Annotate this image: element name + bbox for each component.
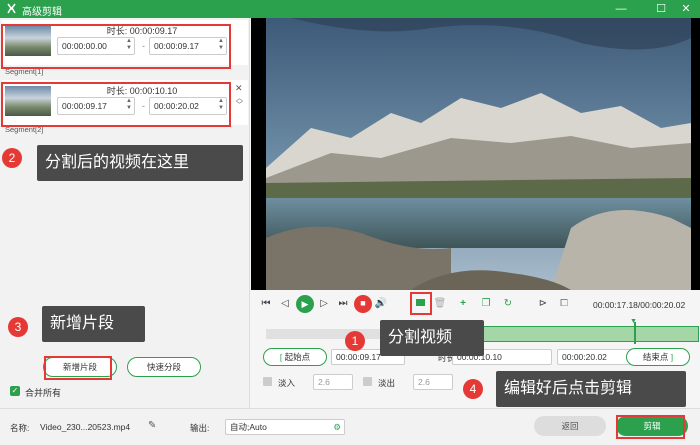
close-icon[interactable]: ✕: [678, 1, 694, 17]
merge-all-label: 合并所有: [25, 388, 62, 398]
mark-in-icon[interactable]: ⊳: [536, 297, 550, 311]
step-forward-icon[interactable]: ▷: [317, 297, 331, 311]
playback-time: 00:00:17.18/00:00:20.02: [593, 300, 686, 310]
edit-name-icon[interactable]: ✎: [148, 420, 156, 431]
volume-icon[interactable]: 🔊: [374, 297, 388, 311]
reorder-arrows-icon[interactable]: ︿ ﹀: [236, 95, 243, 109]
callout-text: 编辑好后点击剪辑: [496, 371, 686, 407]
delete-icon[interactable]: 🗑: [433, 297, 447, 311]
merge-all-checkbox[interactable]: ✓: [10, 386, 20, 396]
fade-out-label: 淡出: [378, 378, 396, 388]
callout-number: 2: [2, 148, 22, 168]
highlight-box: [44, 356, 112, 380]
back-button[interactable]: 返回: [534, 416, 606, 436]
segment-panel: 时长: 00:00:09.17 00:00:00.00 ▲ ▼ - 00:00:09…: [0, 18, 250, 408]
fade-in-field[interactable]: 2.6: [313, 374, 353, 390]
step-back-icon[interactable]: ◁: [278, 297, 292, 311]
callout-text: 分割视频: [380, 320, 484, 356]
add-icon[interactable]: +: [456, 297, 470, 311]
fade-out-field[interactable]: 2.6: [413, 374, 453, 390]
set-start-button[interactable]: [ 起始点: [263, 348, 327, 366]
stop-icon[interactable]: ■: [354, 295, 372, 313]
callout-text: 新增片段: [42, 306, 145, 342]
output-format-field[interactable]: 自动;Auto ⚙: [225, 419, 345, 435]
callout-number: 3: [8, 317, 28, 337]
timeline-playhead[interactable]: [634, 322, 636, 344]
reset-icon[interactable]: ↻: [501, 297, 515, 311]
name-label: 名称:: [10, 423, 30, 433]
timeline-selection[interactable]: [451, 326, 699, 342]
title-bar: 高级剪辑 — ☐ ✕: [0, 0, 700, 18]
fade-in-label: 淡入: [278, 378, 296, 388]
mark-out-icon[interactable]: ⧠: [557, 297, 571, 311]
next-frame-icon[interactable]: ⏭: [336, 297, 350, 311]
bottom-bar: 名称: Video_230...20523.mp4 ✎ 输出: 自动;Auto ⚙…: [0, 408, 700, 445]
video-frame: [266, 18, 691, 290]
settings-gear-icon[interactable]: ⚙: [333, 420, 341, 434]
callout-number: 1: [345, 331, 365, 351]
playhead-marker-icon[interactable]: ▼: [630, 318, 637, 325]
callout-number: 4: [463, 379, 483, 399]
copy-icon[interactable]: ❐: [479, 297, 493, 311]
video-preview: [251, 18, 700, 290]
output-label: 输出:: [190, 423, 210, 433]
prev-frame-icon[interactable]: ⏮: [259, 297, 273, 311]
highlight-box: [1, 82, 231, 127]
end-time-field[interactable]: 00:00:20.02: [557, 349, 635, 365]
minimize-icon[interactable]: —: [613, 1, 629, 17]
highlight-box: [1, 24, 231, 69]
callout-text: 分割后的视频在这里: [37, 145, 243, 181]
maximize-icon[interactable]: ☐: [653, 1, 669, 17]
set-end-button[interactable]: 结束点 ]: [626, 348, 690, 366]
file-name: Video_230...20523.mp4: [40, 422, 131, 432]
play-icon[interactable]: ▶: [296, 295, 314, 313]
fade-out-checkbox[interactable]: [363, 377, 372, 386]
highlight-box: [410, 292, 432, 315]
app-logo-icon: [7, 3, 16, 14]
fade-in-checkbox[interactable]: [263, 377, 272, 386]
quick-split-button[interactable]: 快速分段: [127, 357, 201, 377]
remove-segment-icon[interactable]: ✕: [235, 83, 243, 94]
window-title: 高级剪辑: [22, 7, 62, 18]
highlight-box: [616, 415, 685, 439]
